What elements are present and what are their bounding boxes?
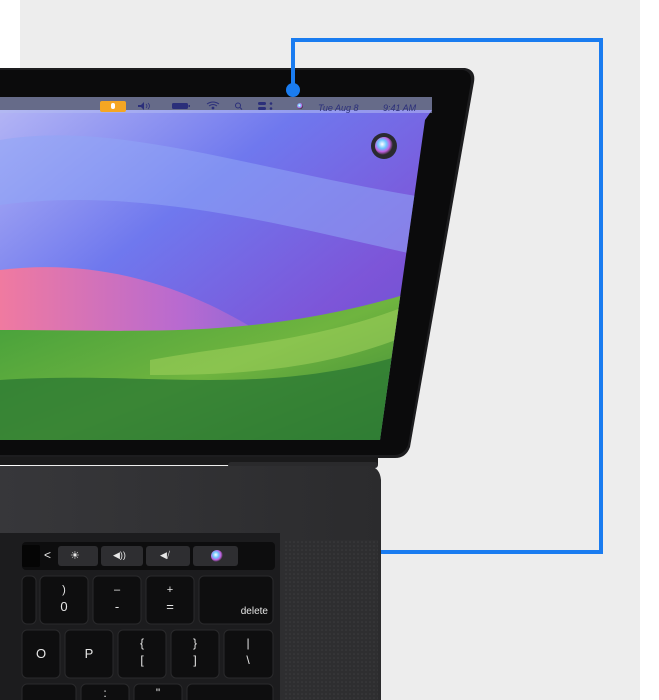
touch-bar[interactable] <box>22 542 275 570</box>
siri-menubar-icon <box>297 103 303 109</box>
battery-icon <box>172 103 190 109</box>
macbook-illustration <box>0 0 659 700</box>
touchbar-siri-icon[interactable] <box>211 550 223 562</box>
speaker-grill <box>284 540 378 700</box>
microphone-icon <box>100 101 126 112</box>
siri-icon <box>371 133 397 159</box>
